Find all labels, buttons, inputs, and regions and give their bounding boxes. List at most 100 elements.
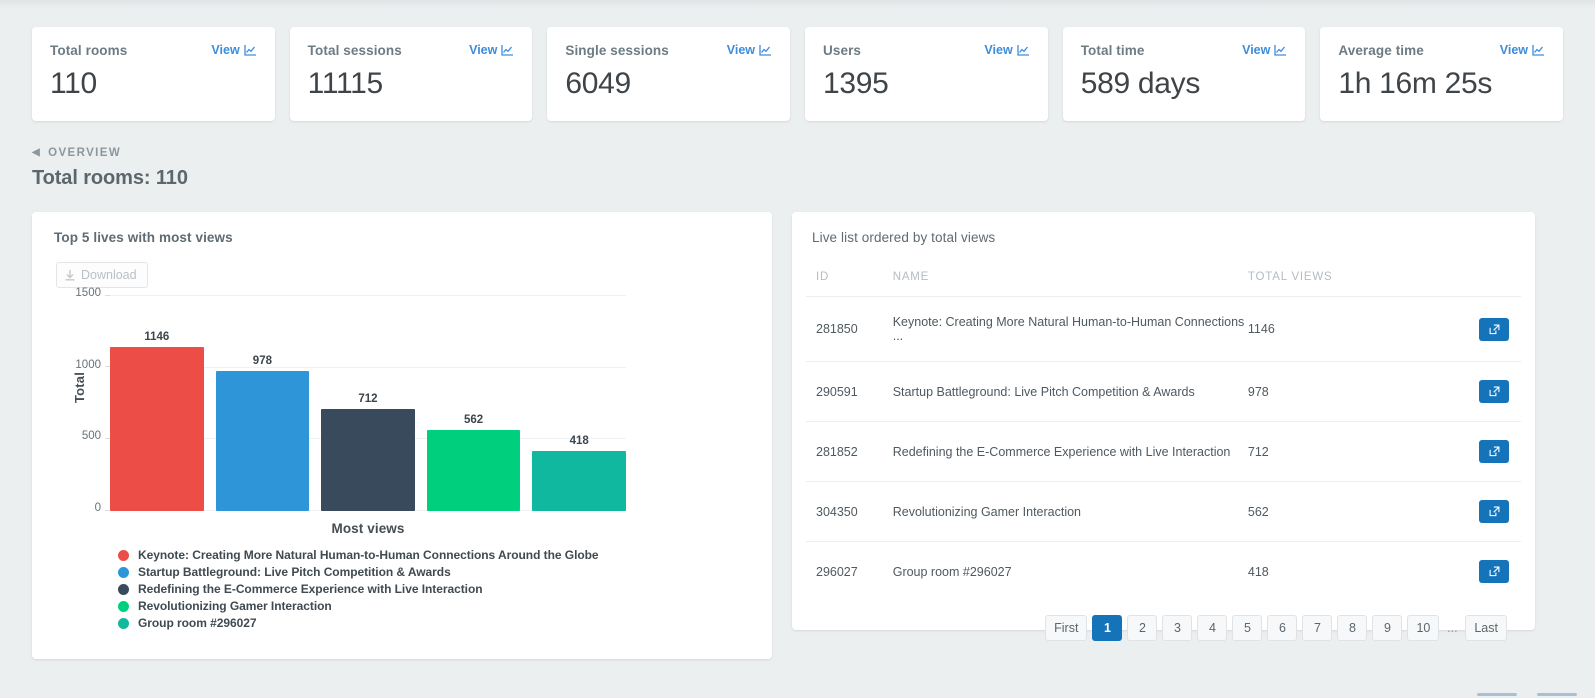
download-button[interactable]: Download [56,262,148,288]
cell-total-views: 418 [1247,541,1443,601]
live-list-panel: Live list ordered by total views ID NAME… [792,212,1535,641]
bar[interactable] [426,430,521,511]
bar[interactable] [110,346,204,511]
stat-card-total-rooms[interactable]: Total rooms View 110 [32,27,275,121]
chart-panel-title: Top 5 lives with most views [54,230,233,245]
view-link-average-time[interactable]: View [1500,43,1545,57]
cell-total-views: 562 [1247,481,1443,542]
bar[interactable] [321,408,415,511]
bar-value-label: 418 [569,435,589,448]
view-link-label: View [1242,43,1271,57]
legend-item[interactable]: Redefining the E-Commerce Experience wit… [118,582,756,596]
pagination-ellipsis: ... [1444,615,1460,641]
stat-card-header: Total time View [1081,43,1288,58]
bar-value-label: 1146 [144,330,170,343]
cell-actions [1442,481,1521,542]
view-link-total-time[interactable]: View [1242,43,1287,57]
pagination-page-6[interactable]: 6 [1267,615,1298,641]
pagination-page-1[interactable]: 1 [1092,615,1123,641]
line-chart-icon [759,45,772,56]
stat-card-header: Single sessions View [565,43,772,58]
stat-card-users[interactable]: Users View 1395 [805,27,1048,121]
open-room-button[interactable] [1479,500,1509,523]
table-row[interactable]: 281850 Keynote: Creating More Natural Hum… [806,296,1521,362]
bar[interactable] [215,370,310,511]
bar[interactable] [532,451,626,511]
external-link-icon [1489,386,1499,397]
stat-card-single-sessions[interactable]: Single sessions View 6049 [547,27,791,121]
chart-legend: Keynote: Creating More Natural Human-to-… [118,548,756,630]
panels-row: Top 5 lives with most views Download Tot… [0,190,1595,659]
chart-bars: 1146 978 712 562 418 [110,296,626,511]
legend-label: Redefining the E-Commerce Experience wit… [138,582,483,596]
view-link-label: View [469,43,498,57]
stat-card-label: Users [823,43,862,58]
pagination-page-9[interactable]: 9 [1372,615,1403,641]
cell-actions [1442,361,1521,422]
table-row[interactable]: 304350 Revolutionizing Gamer Interaction 5… [806,481,1521,542]
hint-bar [1537,693,1577,696]
pagination-page-4[interactable]: 4 [1197,615,1228,641]
bar-value-label: 562 [463,414,484,427]
stat-card-total-time[interactable]: Total time View 589 days [1062,27,1306,121]
top-edge-shadow [0,0,1595,8]
open-room-button[interactable] [1479,380,1509,403]
table-row[interactable]: 296027 Group room #296027 418 [806,541,1521,601]
pagination-page-5[interactable]: 5 [1232,615,1263,641]
stat-card-total-sessions[interactable]: Total sessions View 11115 [289,27,533,121]
bar-column[interactable]: 978 [215,296,310,511]
cell-name: Keynote: Creating More Natural Human-to-… [892,296,1248,362]
view-link-label: View [984,43,1013,57]
pagination-page-10[interactable]: 10 [1407,615,1440,641]
cell-id: 304350 [806,481,893,542]
dashboard-page: Total rooms View 110 Total sessions View [0,0,1595,698]
table-row[interactable]: 281852 Redefining the E-Commerce Experien… [806,421,1521,482]
table-row[interactable]: 290591 Startup Battleground: Live Pitch C… [806,361,1521,422]
open-room-button[interactable] [1479,560,1509,583]
pagination-page-2[interactable]: 2 [1127,615,1158,641]
line-chart-icon [1017,45,1029,56]
stat-card-label: Average time [1338,43,1424,58]
chart-panel: Top 5 lives with most views Download Tot… [32,212,772,659]
legend-label: Revolutionizing Gamer Interaction [138,599,332,613]
stat-card-header: Average time View [1338,43,1545,58]
chart-plot-area: 0 500 1000 1500 1146 978 712 562 418 [75,287,626,514]
pagination-last[interactable]: Last [1465,615,1507,641]
stat-card-value: 110 [50,67,97,100]
table-head: ID NAME TOTAL VIEWS [806,271,1521,297]
pagination-first[interactable]: First [1045,615,1088,641]
stat-card-header: Total rooms View [50,43,257,58]
pagination-page-8[interactable]: 8 [1337,615,1368,641]
bar-column[interactable]: 1146 [110,296,204,511]
cell-total-views: 712 [1247,421,1443,482]
bar-column[interactable]: 712 [321,296,415,511]
breadcrumb-overview[interactable]: ◀ OVERVIEW [32,147,121,159]
legend-color-dot [118,583,129,595]
view-link-total-sessions[interactable]: View [469,43,514,57]
hint-bar [1477,693,1517,696]
cell-id: 281850 [806,296,893,362]
pagination-page-3[interactable]: 3 [1162,615,1193,641]
view-link-total-rooms[interactable]: View [211,43,256,57]
open-room-button[interactable] [1479,440,1509,463]
bar-column[interactable]: 562 [426,296,521,511]
pagination-page-7[interactable]: 7 [1302,615,1333,641]
page-title: Total rooms: 110 [32,167,188,189]
view-link-users[interactable]: View [984,43,1029,57]
legend-item[interactable]: Keynote: Creating More Natural Human-to-… [118,548,756,562]
cell-name: Revolutionizing Gamer Interaction [892,481,1248,542]
stat-card-label: Total rooms [50,43,128,58]
open-room-button[interactable] [1479,317,1509,341]
legend-item[interactable]: Revolutionizing Gamer Interaction [118,599,756,613]
stat-card-value: 1h 16m 25s [1338,67,1493,100]
legend-item[interactable]: Group room #296027 [118,616,756,630]
legend-item[interactable]: Startup Battleground: Live Pitch Competi… [118,565,756,579]
cell-id: 296027 [806,541,893,601]
stat-card-average-time[interactable]: Average time View 1h 16m 25s [1320,27,1564,121]
external-link-icon [1489,506,1499,517]
view-link-single-sessions[interactable]: View [727,43,772,57]
bar-value-label: 978 [252,354,272,367]
legend-color-dot [118,617,129,629]
bar-column[interactable]: 418 [532,296,626,511]
bar-value-label: 712 [358,392,378,405]
